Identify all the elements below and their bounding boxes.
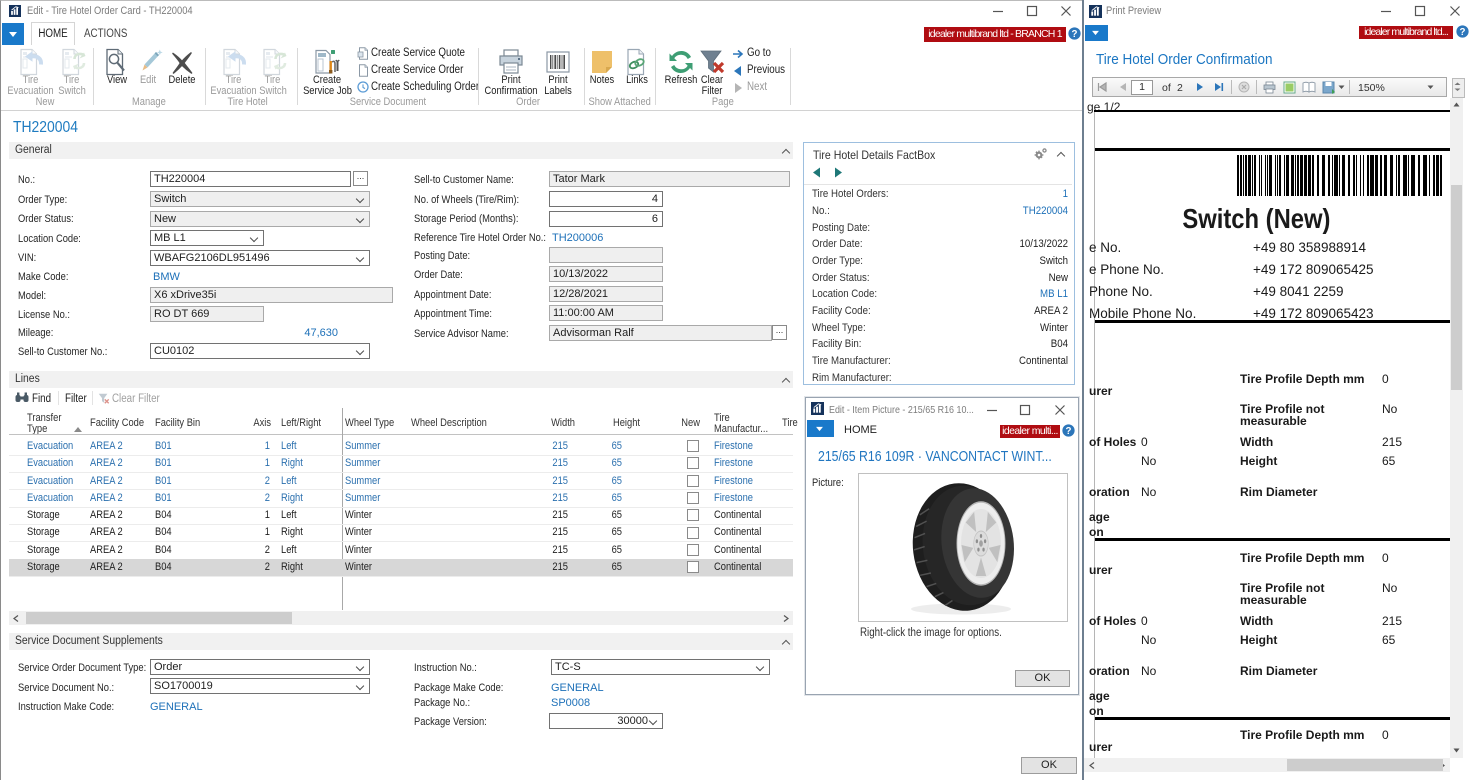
svg-text:?: ? bbox=[1066, 426, 1072, 437]
svg-text:?: ? bbox=[1460, 27, 1466, 38]
svg-text:?: ? bbox=[1072, 29, 1078, 40]
